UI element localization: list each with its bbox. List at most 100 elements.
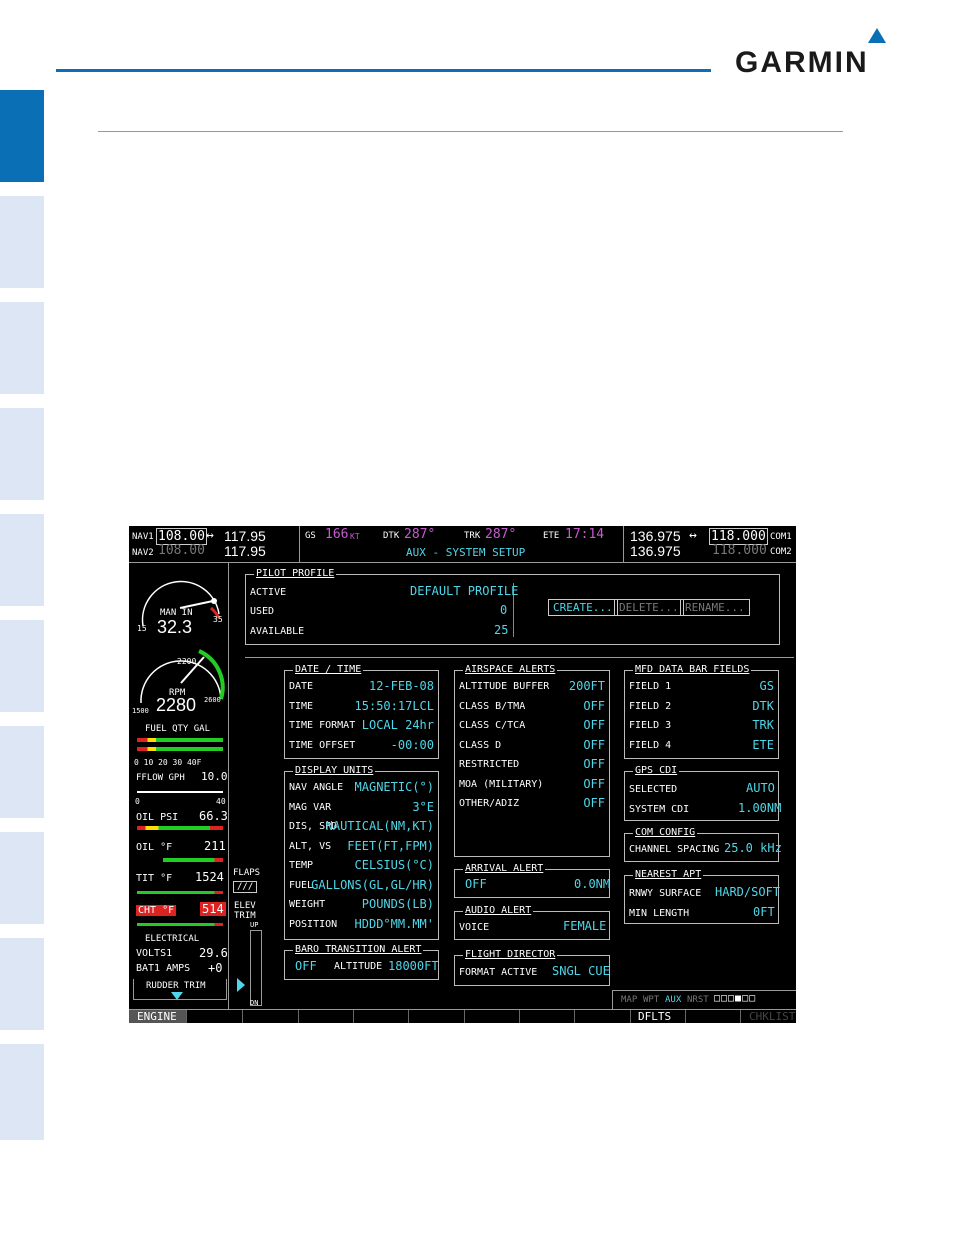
system-cdi-value: 1.00NM: [738, 801, 782, 815]
display-units-row: WEIGHT POUNDS(LB): [289, 897, 434, 913]
display-units-row: NAV ANGLE MAGNETIC(°): [289, 780, 434, 796]
arrival-alert-panel: ARRIVAL ALERT OFF 0.0NM: [454, 863, 610, 898]
fuel-qty-bar: [137, 738, 223, 742]
softkey-blank[interactable]: [243, 1010, 299, 1023]
airspace-alert-value[interactable]: OFF: [583, 757, 605, 771]
mfd-field-value[interactable]: TRK: [752, 718, 774, 732]
arrival-alert-toggle[interactable]: OFF: [465, 877, 487, 891]
display-units-value[interactable]: HDDD°MM.MM': [355, 917, 434, 931]
airspace-alert-value[interactable]: OFF: [583, 738, 605, 752]
nav2-standby-freq[interactable]: 117.95: [224, 543, 266, 559]
display-units-value[interactable]: FEET(FT,FPM): [347, 839, 434, 853]
flaps-label: FLAPS: [233, 868, 261, 878]
softkey-blank[interactable]: [298, 1010, 354, 1023]
display-units-value[interactable]: GALLONS(GL,GL/HR): [311, 878, 434, 892]
airspace-alert-label: OTHER/ADIZ: [459, 798, 520, 809]
softkey-blank[interactable]: [187, 1010, 243, 1023]
audio-alert-panel: AUDIO ALERT VOICE FEMALE: [454, 905, 610, 940]
date-time-row: TIME OFFSET -00:00: [289, 738, 434, 754]
softkey-blank[interactable]: [519, 1010, 575, 1023]
airspace-alert-value[interactable]: OFF: [583, 718, 605, 732]
display-units-label: MAG VAR: [289, 801, 332, 813]
page-group-wpt: WPT: [643, 995, 660, 1005]
rpm-value: 2280: [156, 695, 197, 715]
airspace-alert-row: CLASS B/TMA OFF: [459, 699, 605, 715]
nav1-standby-freq[interactable]: 117.95: [224, 528, 266, 544]
com1-active-freq[interactable]: 136.975: [630, 528, 681, 544]
com1-label: COM1: [770, 532, 792, 542]
runway-surface-value[interactable]: HARD/SOFT: [715, 885, 780, 899]
airspace-alert-value[interactable]: 200FT: [569, 679, 605, 693]
softkey-checklist[interactable]: CHKLIST: [741, 1010, 796, 1023]
section-tab: [0, 302, 44, 394]
tit-value: 1524: [195, 870, 224, 884]
volts-label: VOLTS1: [136, 948, 173, 959]
nav2-active-freq[interactable]: 108.00: [158, 543, 205, 558]
display-units-value[interactable]: CELSIUS(°C): [355, 858, 434, 872]
com2-standby-freq[interactable]: 118.000: [712, 543, 767, 558]
channel-spacing-value[interactable]: 25.0 kHz: [724, 841, 782, 855]
delete-button[interactable]: DELETE...: [614, 599, 684, 616]
voice-value[interactable]: FEMALE: [563, 919, 606, 933]
active-label: ACTIVE: [250, 587, 287, 598]
create-button[interactable]: CREATE...: [548, 599, 618, 616]
arrival-alert-distance[interactable]: 0.0NM: [574, 877, 610, 891]
display-units-value[interactable]: POUNDS(LB): [362, 897, 434, 911]
volts-value: 29.6: [199, 946, 228, 960]
airspace-alert-value[interactable]: OFF: [583, 699, 605, 713]
mfd-fields-title: MFD DATA BAR FIELDS: [633, 664, 752, 675]
baro-alert-toggle[interactable]: OFF: [295, 959, 317, 973]
softkey-blank[interactable]: [409, 1010, 465, 1023]
mfd-field-value[interactable]: DTK: [752, 699, 774, 713]
active-profile-value[interactable]: DEFAULT PROFILE: [410, 584, 518, 598]
section-tab: [0, 726, 44, 818]
ete-label: ETE: [543, 531, 560, 541]
com2-active-freq[interactable]: 136.975: [630, 543, 681, 559]
display-units-value[interactable]: MAGNETIC(°): [355, 780, 434, 794]
used-value: 0: [500, 603, 508, 617]
swap-icon: ↔: [689, 528, 697, 543]
date-time-value[interactable]: 12-FEB-08: [369, 679, 434, 693]
oil-psi-bar: [137, 826, 223, 830]
date-time-value[interactable]: -00:00: [391, 738, 434, 752]
rename-button[interactable]: RENAME...: [680, 599, 750, 616]
date-time-value[interactable]: 15:50:17LCL: [355, 699, 434, 713]
airspace-alert-value[interactable]: OFF: [583, 777, 605, 791]
airspace-alert-label: CLASS D: [459, 739, 502, 751]
elev-dn: DN: [250, 999, 259, 1007]
garmin-logo: GARMIN: [735, 46, 869, 79]
softkey-dflts[interactable]: DFLTS: [630, 1010, 686, 1023]
softkey-blank[interactable]: [575, 1010, 631, 1023]
display-units-value[interactable]: 3°E: [412, 800, 434, 814]
date-time-value[interactable]: LOCAL 24hr: [362, 718, 434, 732]
oil-temp-value: 211: [204, 839, 226, 853]
nearest-apt-panel: NEAREST APT RNWY SURFACE HARD/SOFT MIN L…: [624, 869, 780, 924]
used-label: USED: [250, 606, 275, 617]
oil-temp-label: OIL °F: [136, 842, 173, 853]
electrical-label: ELECTRICAL: [145, 934, 200, 944]
mfd-field-value[interactable]: GS: [760, 679, 774, 693]
dtk-label: DTK: [383, 531, 400, 541]
mfd-fields-panel: MFD DATA BAR FIELDS FIELD 1 GS FIELD 2 DTK F…: [624, 664, 779, 759]
airspace-alert-row: ALTITUDE BUFFER 200FT: [459, 679, 605, 695]
format-active-label: FORMAT ACTIVE: [459, 967, 538, 978]
fuel-qty-label: FUEL QTY GAL: [145, 724, 211, 734]
min-length-value[interactable]: 0FT: [753, 905, 775, 919]
flight-director-title: FLIGHT DIRECTOR: [463, 949, 558, 960]
display-units-row: DIS, SPD NAUTICAL(NM,KT): [289, 819, 434, 835]
softkey-blank[interactable]: [685, 1010, 741, 1023]
tit-bar: [137, 891, 223, 894]
mfd-field-label: FIELD 2: [629, 700, 672, 712]
softkey-blank[interactable]: [353, 1010, 409, 1023]
format-active-value[interactable]: SNGL CUE: [552, 964, 610, 978]
airspace-alert-value[interactable]: OFF: [583, 796, 605, 810]
selected-value[interactable]: AUTO: [746, 781, 775, 795]
date-time-label: DATE: [289, 681, 314, 692]
audio-alert-title: AUDIO ALERT: [463, 905, 534, 916]
softkey-blank[interactable]: [464, 1010, 520, 1023]
nearest-apt-title: NEAREST APT: [633, 869, 704, 880]
baro-altitude-value[interactable]: 18000FT: [388, 959, 439, 973]
softkey-engine[interactable]: ENGINE: [129, 1010, 187, 1023]
mfd-field-value[interactable]: ETE: [752, 738, 774, 752]
display-units-value[interactable]: NAUTICAL(NM,KT): [326, 819, 434, 833]
